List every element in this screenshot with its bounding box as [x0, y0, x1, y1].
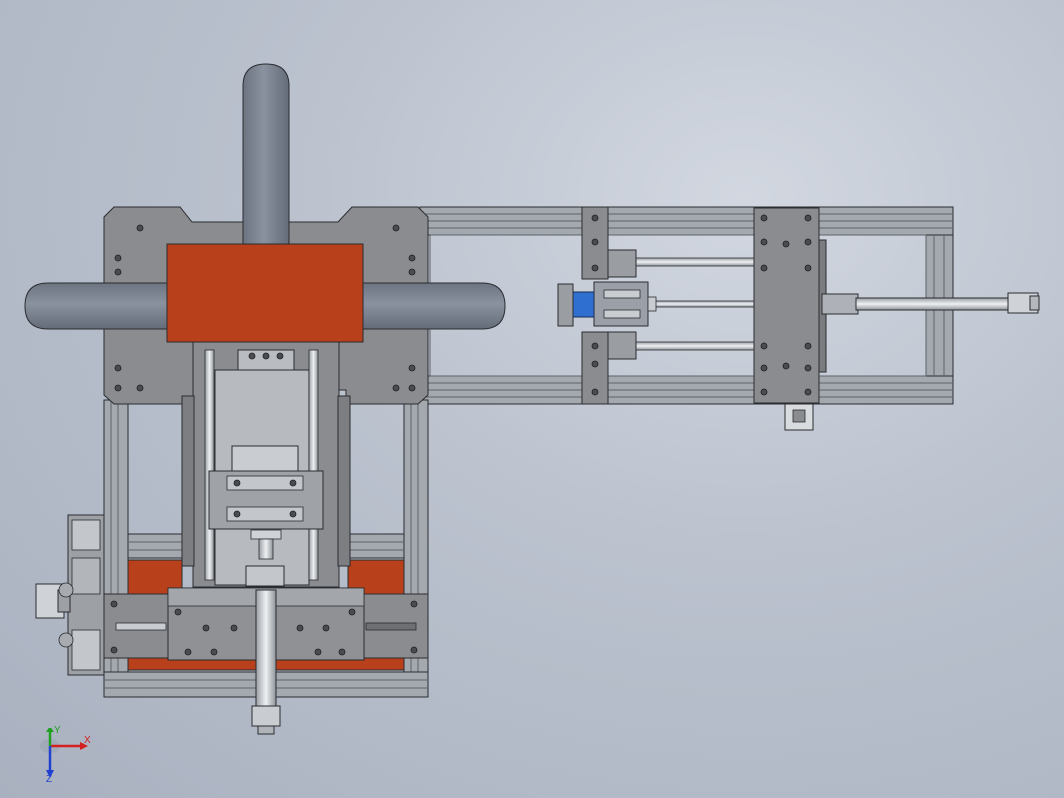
- right-linear-module[interactable]: [419, 206, 1040, 431]
- screw-head-icon: [408, 384, 416, 392]
- guide-rod-left[interactable]: [204, 349, 215, 581]
- screw-head-icon: [804, 388, 812, 396]
- y-axis-label: Y: [54, 725, 61, 736]
- screw-head-icon: [760, 238, 768, 246]
- screw-head-icon: [408, 364, 416, 372]
- screw-head-icon: [114, 384, 122, 392]
- screw-head-icon: [289, 479, 297, 487]
- screw-head-icon: [230, 624, 238, 632]
- screw-head-icon: [804, 264, 812, 272]
- screw-head-icon: [591, 342, 599, 350]
- screw-head-icon: [233, 510, 241, 518]
- screw-head-icon: [760, 214, 768, 222]
- bottom-piston-rod[interactable]: [255, 589, 277, 713]
- guide-shaft-upper[interactable]: [631, 257, 757, 267]
- screw-head-icon: [184, 648, 192, 656]
- screw-head-icon: [289, 510, 297, 518]
- screw-head-icon: [233, 479, 241, 487]
- screw-head-icon: [410, 600, 418, 608]
- screw-head-icon: [804, 238, 812, 246]
- guide-shaft-lower[interactable]: [631, 341, 757, 351]
- screw-head-icon: [591, 388, 599, 396]
- screw-head-icon: [276, 352, 284, 360]
- screw-head-icon: [136, 224, 144, 232]
- screw-head-icon: [174, 608, 182, 616]
- screw-head-icon: [314, 648, 322, 656]
- screw-head-icon: [202, 624, 210, 632]
- screw-head-icon: [760, 264, 768, 272]
- guide-shaft-middle[interactable]: [643, 300, 757, 308]
- gripper-pad[interactable]: [557, 283, 574, 327]
- screw-head-icon: [296, 624, 304, 632]
- cylinder-rod[interactable]: [855, 297, 1011, 311]
- screw-head-icon: [782, 240, 790, 248]
- screw-head-icon: [110, 600, 118, 608]
- screw-head-icon: [322, 624, 330, 632]
- z-axis-label: Z: [46, 774, 53, 785]
- screw-head-icon: [262, 352, 270, 360]
- cad-viewport[interactable]: X Y Z: [0, 0, 1064, 798]
- guide-rod-right[interactable]: [308, 349, 319, 581]
- x-axis-label: X: [84, 735, 91, 746]
- gripper-blue-jaw[interactable]: [572, 291, 595, 318]
- orange-clamp-block[interactable]: [166, 243, 364, 343]
- main-carriage-plate[interactable]: [753, 207, 820, 404]
- screw-head-icon: [114, 254, 122, 262]
- gripper-body[interactable]: [593, 281, 649, 327]
- cylinder-body[interactable]: [821, 293, 859, 315]
- screw-head-icon: [760, 364, 768, 372]
- screw-head-icon: [110, 646, 118, 654]
- screw-head-icon: [760, 388, 768, 396]
- screw-head-icon: [348, 608, 356, 616]
- screw-head-icon: [114, 268, 122, 276]
- screw-head-icon: [591, 238, 599, 246]
- bearing-block-upper[interactable]: [607, 249, 637, 278]
- screw-head-icon: [136, 384, 144, 392]
- vertical-tube[interactable]: [242, 63, 290, 246]
- screw-head-icon: [408, 268, 416, 276]
- assembly-model[interactable]: [0, 0, 1064, 798]
- bearing-block-lower[interactable]: [607, 331, 637, 360]
- screw-head-icon: [591, 360, 599, 368]
- screw-head-icon: [392, 224, 400, 232]
- screw-head-icon: [210, 648, 218, 656]
- screw-head-icon: [392, 384, 400, 392]
- screw-head-icon: [408, 254, 416, 262]
- screw-head-icon: [804, 364, 812, 372]
- screw-head-icon: [114, 364, 122, 372]
- screw-head-icon: [804, 214, 812, 222]
- screw-head-icon: [338, 648, 346, 656]
- screw-head-icon: [591, 264, 599, 272]
- screw-head-icon: [591, 214, 599, 222]
- coordinate-triad: X Y Z: [36, 725, 100, 788]
- screw-head-icon: [760, 342, 768, 350]
- screw-head-icon: [410, 646, 418, 654]
- screw-head-icon: [248, 352, 256, 360]
- screw-head-icon: [804, 342, 812, 350]
- screw-head-icon: [782, 362, 790, 370]
